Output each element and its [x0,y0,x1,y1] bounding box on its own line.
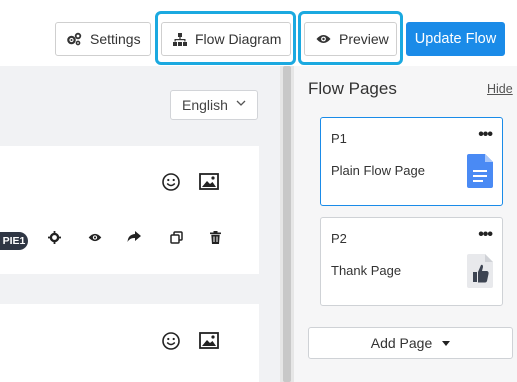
caret-down-icon [442,340,451,346]
language-select[interactable]: English [170,90,258,120]
update-flow-button[interactable]: Update Flow [406,22,505,56]
thumbs-up-icon [467,254,493,288]
share-tool-button[interactable] [126,229,142,245]
delete-tool-button[interactable] [207,229,223,245]
preview-tool-button[interactable] [87,229,103,245]
flow-pages-title: Flow Pages [308,79,397,98]
settings-button[interactable]: Settings [55,22,151,56]
share-arrow-icon [127,231,141,242]
preview-button-label: Preview [339,31,389,47]
page-name: Thank Page [331,263,402,278]
duplicate-tool-button[interactable] [168,229,184,245]
emoji-icon[interactable] [162,173,180,191]
question-card[interactable] [0,304,259,382]
flow-diagram-button-label: Flow Diagram [195,31,282,47]
image-icon[interactable] [199,173,219,190]
gears-icon [67,32,82,46]
chevron-down-icon [236,100,246,106]
pie-badge-label: PIE1 [2,235,26,247]
add-page-label: Add Page [370,335,433,351]
settings-tool-button[interactable] [46,229,62,245]
eye-icon [88,233,102,241]
page-name: Plain Flow Page [331,163,425,178]
copy-icon [169,230,183,244]
question-card[interactable] [0,146,259,274]
more-options-icon[interactable]: ••• [478,226,493,244]
flow-page-card-p2[interactable]: P2 ••• Thank Page [320,217,503,306]
image-icon[interactable] [199,332,219,349]
add-page-button[interactable]: Add Page [308,327,513,359]
gear-icon [47,230,61,244]
flow-diagram-button[interactable]: Flow Diagram [161,22,291,56]
sitemap-icon [173,32,187,46]
update-flow-button-label: Update Flow [414,31,497,47]
page-id: P1 [331,131,347,146]
language-select-value: English [182,97,228,113]
emoji-icon[interactable] [162,332,180,350]
pie-badge: PIE1 [0,232,28,250]
preview-button[interactable]: Preview [304,22,397,56]
page-id: P2 [331,231,347,246]
trash-icon [209,230,221,244]
editor-scrollbar-thumb[interactable] [283,66,291,382]
eye-icon [316,35,331,43]
settings-button-label: Settings [90,31,141,47]
flow-page-card-p1[interactable]: P1 ••• Plain Flow Page [320,117,503,206]
hide-link[interactable]: Hide [487,82,513,96]
document-icon [467,154,493,188]
more-options-icon[interactable]: ••• [478,126,493,144]
